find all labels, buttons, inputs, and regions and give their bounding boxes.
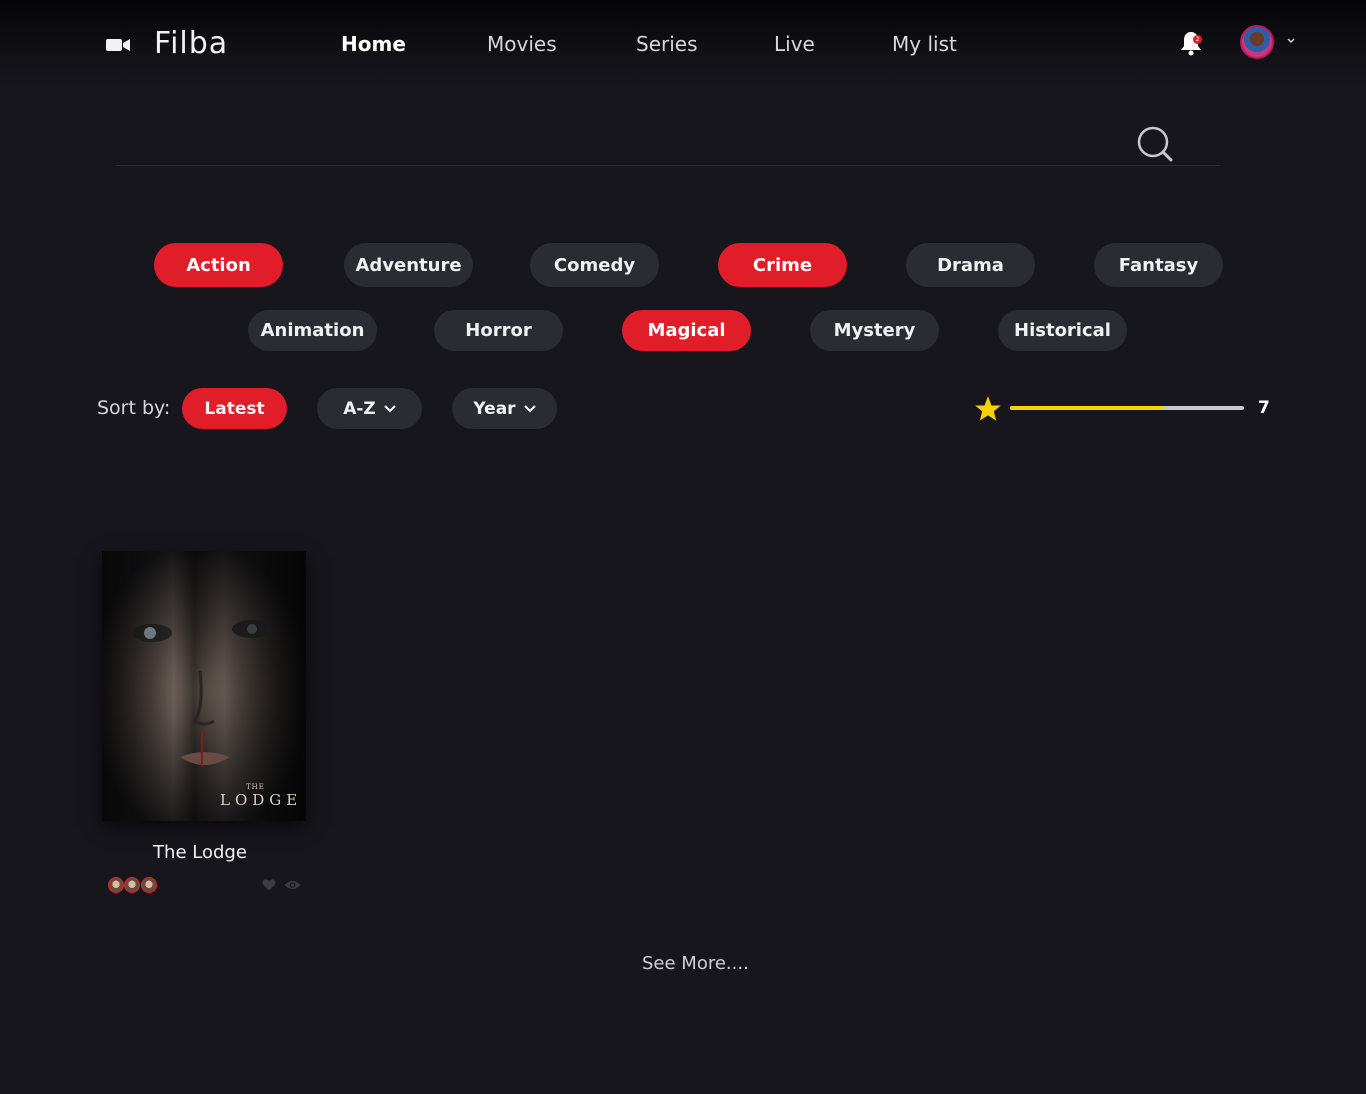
genre-chip-action[interactable]: Action	[154, 243, 283, 287]
movie-title[interactable]: The Lodge	[102, 842, 298, 863]
star-icon	[975, 396, 1001, 421]
heart-icon[interactable]	[262, 879, 276, 891]
genre-chip-magical[interactable]: Magical	[622, 310, 751, 351]
sort-latest-label: Latest	[204, 398, 265, 419]
sort-az-label: A-Z	[343, 398, 376, 419]
avatar[interactable]	[1240, 25, 1274, 59]
genre-chip-historical[interactable]: Historical	[998, 310, 1127, 351]
app-logo[interactable]: Filba	[154, 26, 228, 61]
sort-label: Sort by:	[97, 397, 171, 419]
chevron-down-icon	[523, 404, 536, 412]
notification-badge: 2	[1193, 35, 1202, 44]
genre-chip-adventure[interactable]: Adventure	[344, 243, 473, 287]
search-underline	[116, 165, 1220, 166]
genre-chip-horror[interactable]: Horror	[434, 310, 563, 351]
sort-latest-button[interactable]: Latest	[182, 388, 287, 429]
chevron-down-icon	[384, 404, 396, 412]
sort-year-label: Year	[473, 398, 516, 419]
genre-chip-drama[interactable]: Drama	[906, 243, 1035, 287]
poster-small-text: THE	[246, 783, 265, 791]
rating-slider-fill	[1010, 406, 1165, 410]
rating-value: 7	[1258, 398, 1270, 418]
nav-live[interactable]: Live	[774, 32, 815, 56]
top-bar: Filba Home Movies Series Live My list 2	[0, 0, 1366, 88]
genre-chip-fantasy[interactable]: Fantasy	[1094, 243, 1223, 287]
chevron-down-icon[interactable]	[1286, 36, 1296, 46]
search-icon[interactable]	[1136, 125, 1174, 163]
movie-poster[interactable]: THE LODGE	[102, 551, 306, 821]
poster-image: THE LODGE	[102, 551, 306, 821]
cast-avatar	[141, 877, 157, 893]
eye-icon[interactable]	[284, 879, 301, 891]
genre-chip-crime[interactable]: Crime	[718, 243, 847, 287]
search-input[interactable]	[116, 120, 1120, 162]
video-camera-icon	[106, 39, 130, 51]
see-more-link[interactable]: See More....	[642, 953, 749, 974]
genre-chip-mystery[interactable]: Mystery	[810, 310, 939, 351]
nav-my-list[interactable]: My list	[892, 32, 957, 56]
poster-title-text: LODGE	[220, 791, 302, 809]
sort-year-dropdown[interactable]: Year	[452, 388, 557, 429]
cast-avatar	[108, 877, 124, 893]
nav-series[interactable]: Series	[636, 32, 698, 56]
cast-avatar	[124, 877, 140, 893]
sort-az-dropdown[interactable]: A-Z	[317, 388, 422, 429]
genre-chip-animation[interactable]: Animation	[248, 310, 377, 351]
rating-slider[interactable]	[1010, 406, 1244, 410]
genre-chip-comedy[interactable]: Comedy	[530, 243, 659, 287]
nav-movies[interactable]: Movies	[487, 32, 557, 56]
nav-home[interactable]: Home	[341, 32, 406, 56]
